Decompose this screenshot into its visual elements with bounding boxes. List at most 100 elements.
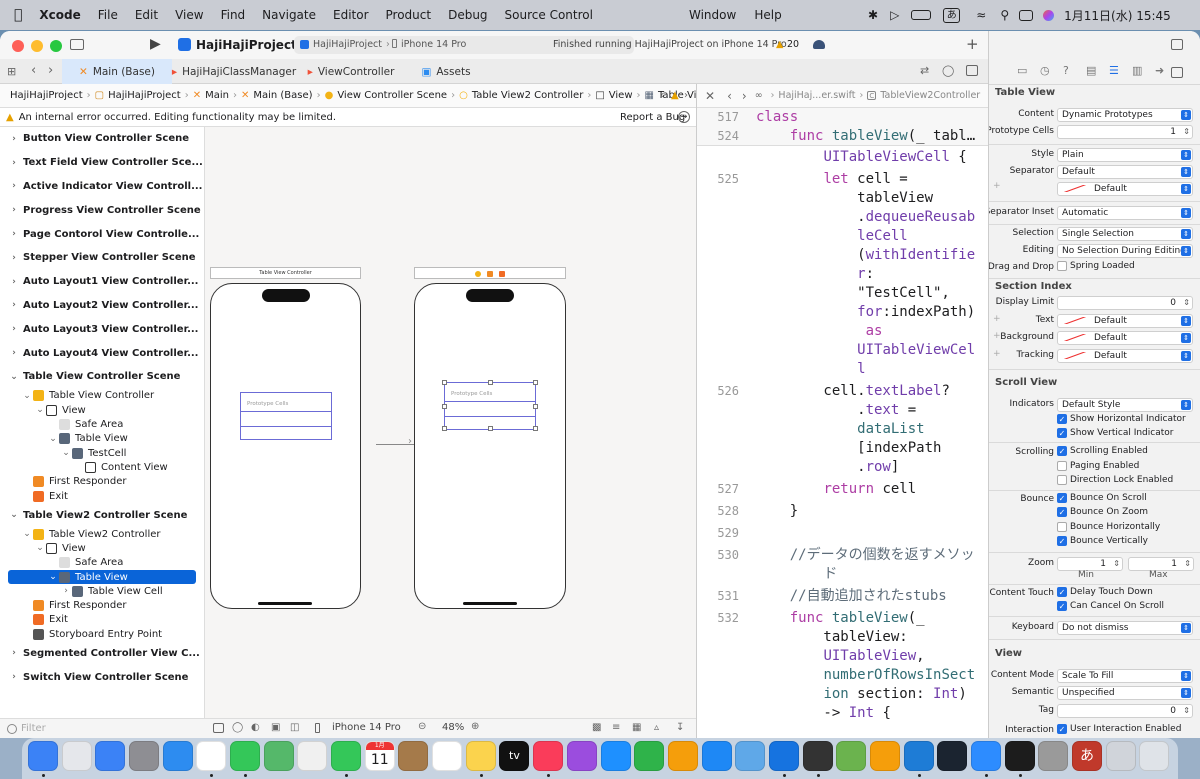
bounce-horizontally-checkbox[interactable]: Bounce Horizontally: [1057, 522, 1160, 532]
orientation-icon[interactable]: ▣: [271, 722, 280, 733]
display-limit-stepper[interactable]: 0 ⇕: [1057, 296, 1193, 310]
code-line[interactable]: as: [697, 322, 988, 341]
code-line[interactable]: leCell: [697, 227, 988, 246]
outline-row[interactable]: Exit: [0, 613, 204, 627]
code-editor[interactable]: ✕ ‹ › ∞ › HajiHaj...er.swift › C TableVi…: [696, 84, 988, 738]
scheme-selector[interactable]: HajiHajiProject: [313, 39, 382, 50]
semantic-popup[interactable]: Unspecified ⇕: [1057, 686, 1193, 700]
code-line[interactable]: tableView: [697, 189, 988, 208]
spring-loaded-checkbox[interactable]: Spring Loaded: [1057, 261, 1135, 271]
exit-icon[interactable]: [498, 271, 505, 277]
layout-icon[interactable]: ◫: [290, 722, 299, 733]
breadcrumb-item[interactable]: TableView2Controller: [880, 90, 980, 101]
add-tab-icon[interactable]: +: [966, 35, 979, 53]
code-line[interactable]: l: [697, 360, 988, 379]
dock-finder-icon[interactable]: [28, 741, 58, 771]
apple-menu-icon[interactable]: : [14, 7, 22, 23]
dock-safari-icon[interactable]: [162, 741, 193, 771]
disclosure-closed-icon[interactable]: ›: [8, 648, 20, 658]
bounce-vertically-checkbox[interactable]: ✓ Bounce Vertically: [1057, 536, 1148, 546]
disclosure-closed-icon[interactable]: ›: [8, 348, 20, 358]
prototype-cell[interactable]: [240, 411, 332, 427]
add-constraints-icon[interactable]: ▦: [632, 722, 641, 733]
bluetooth-icon[interactable]: ✱: [868, 8, 878, 22]
breadcrumb-item[interactable]: Table View2 Controller: [472, 90, 584, 101]
dock-notes-icon[interactable]: [465, 741, 496, 771]
destination-selector[interactable]: iPhone 14 Pro: [401, 39, 466, 50]
menu-clock[interactable]: 1月11日(水) 15:45: [1064, 7, 1171, 24]
run-button-icon[interactable]: ▶: [150, 36, 161, 52]
can-cancel-on-scroll-checkbox[interactable]: ✓ Can Cancel On Scroll: [1057, 601, 1164, 611]
code-line[interactable]: [indexPath: [697, 439, 988, 458]
dock-textedit-icon[interactable]: [836, 741, 867, 771]
dock-chrome-icon[interactable]: [196, 741, 227, 771]
code-line[interactable]: "TestCell",: [697, 284, 988, 303]
size-icon[interactable]: ▥: [1132, 64, 1142, 77]
history-icon[interactable]: ◷: [1040, 64, 1050, 77]
dock-music-icon[interactable]: [533, 741, 564, 771]
forward-icon[interactable]: ›: [48, 63, 53, 78]
outline-row[interactable]: ⌄ View: [0, 403, 204, 417]
scene-dock[interactable]: [414, 267, 566, 279]
disclosure-closed-icon[interactable]: ›: [8, 324, 20, 334]
outline-row[interactable]: ⌄ TestCell: [0, 446, 204, 460]
outline-scene-row[interactable]: › Auto Layout2 View Controller...: [0, 294, 204, 318]
checkbox[interactable]: [1057, 261, 1067, 271]
disclosure-closed-icon[interactable]: ›: [8, 672, 20, 682]
show-vertical-indicator-checkbox[interactable]: ✓ Show Vertical Indicator: [1057, 428, 1173, 438]
code-line[interactable]: UITableViewCell {: [697, 148, 988, 167]
tab-main-base[interactable]: ✕ Main (Base): [62, 59, 172, 84]
dock-numbers-icon[interactable]: [634, 741, 665, 771]
breadcrumb-item[interactable]: HajiHajiProject: [10, 90, 83, 101]
forward-icon[interactable]: ›: [742, 89, 747, 103]
dock-dictionary-icon[interactable]: [1038, 741, 1069, 771]
dock-simulator-icon[interactable]: [802, 741, 833, 771]
dock-reminders-icon[interactable]: [432, 741, 463, 771]
checkbox[interactable]: ✓: [1057, 414, 1067, 424]
show-horizontal-indicator-checkbox[interactable]: ✓ Show Horizontal Indicator: [1057, 414, 1186, 424]
separator-popup[interactable]: Default ⇕: [1057, 165, 1193, 179]
breadcrumb-item[interactable]: HajiHajiProject: [108, 90, 181, 101]
outline-scene-row[interactable]: › Button View Controller Scene: [0, 127, 204, 151]
delay-touch-down-checkbox[interactable]: ✓ Delay Touch Down: [1057, 587, 1153, 597]
app-menu[interactable]: Xcode: [39, 8, 80, 22]
zoom-in-icon[interactable]: ⊕: [471, 721, 479, 732]
outline-scene-row[interactable]: › Auto Layout3 View Controller...: [0, 317, 204, 341]
code-line[interactable]: 527 return cell: [697, 480, 988, 499]
code-line[interactable]: 525 let cell =: [697, 170, 988, 189]
outline-row[interactable]: Safe Area: [0, 417, 204, 431]
minimize-window-button[interactable]: [31, 40, 43, 52]
resize-handle[interactable]: [488, 426, 493, 431]
dark-mode-icon[interactable]: ◐: [251, 722, 260, 733]
disclosure-closed-icon[interactable]: ›: [8, 253, 20, 263]
dock-mail-icon[interactable]: [95, 741, 126, 771]
resize-handle[interactable]: [533, 380, 538, 385]
table-view[interactable]: Prototype Cells: [240, 392, 332, 440]
close-editor-icon[interactable]: ✕: [705, 89, 715, 103]
dock-calendar-icon[interactable]: 1月 11: [364, 741, 395, 771]
zoom-window-button[interactable]: [50, 40, 62, 52]
checkbox[interactable]: ✓: [1057, 507, 1067, 517]
update-frames-icon[interactable]: ▩: [592, 722, 601, 733]
editing-popup[interactable]: No Selection During Editing ⇕: [1057, 244, 1193, 258]
outline-scene-row[interactable]: ⌄ Table View2 Controller Scene: [0, 503, 204, 527]
checkbox[interactable]: ✓: [1057, 536, 1067, 546]
outline-row[interactable]: ⌄ Table View: [8, 569, 196, 585]
dock-ime-app-icon[interactable]: あ: [1071, 741, 1102, 771]
checkbox[interactable]: ✓: [1057, 601, 1067, 611]
resolve-issues-icon[interactable]: ▵: [654, 722, 659, 733]
disclosure-closed-icon[interactable]: ›: [8, 134, 20, 144]
outline-row[interactable]: Safe Area: [0, 556, 204, 570]
background-color-popup[interactable]: Default ⇕: [1057, 331, 1193, 345]
bounce-on-zoom-checkbox[interactable]: ✓ Bounce On Zoom: [1057, 507, 1148, 517]
sidebar-toggle-icon[interactable]: [1171, 67, 1183, 78]
stepper-arrows-icon[interactable]: ⇕: [1113, 558, 1120, 570]
checkbox[interactable]: ✓: [1057, 493, 1067, 503]
breadcrumb-item[interactable]: HajiHaj...er.swift: [778, 90, 855, 101]
menu-find[interactable]: Find: [221, 8, 246, 22]
disclosure-open-icon[interactable]: ⌄: [47, 572, 59, 582]
code-line[interactable]: -> Int {: [697, 704, 988, 723]
resize-handle[interactable]: [533, 426, 538, 431]
dock-maps-icon[interactable]: [263, 741, 294, 771]
outline-scene-row[interactable]: ⌄ Table View Controller Scene: [0, 365, 204, 389]
